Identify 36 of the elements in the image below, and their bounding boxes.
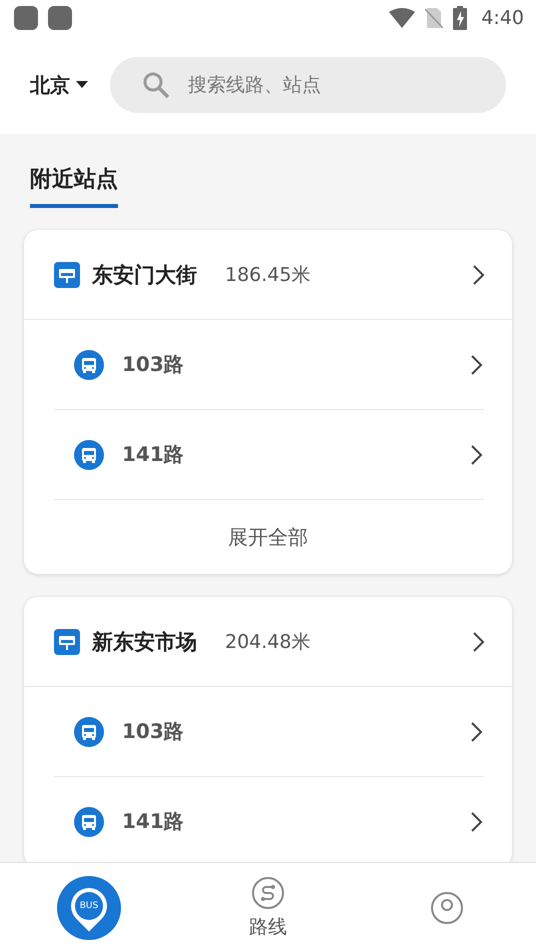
dropdown-caret-icon: [76, 81, 88, 89]
search-field[interactable]: 搜索线路、站点: [186, 73, 474, 97]
station-name: 新东安市场: [92, 628, 197, 656]
station-name: 东安门大街: [92, 262, 197, 288]
nav-tab[interactable]: BUS: [0, 863, 179, 952]
station-distance: 186.45米: [225, 262, 312, 288]
expand-all-button[interactable]: 展开全部: [24, 500, 512, 574]
battery-icon: [453, 6, 468, 30]
search-bar[interactable]: 搜索线路、站点: [110, 57, 506, 113]
search-icon: [142, 71, 170, 99]
chevron-icon: [470, 810, 484, 832]
chevron-icon: [472, 264, 486, 286]
chevron-icon: [470, 720, 484, 742]
route-name: 103路: [122, 718, 185, 745]
bus-stop-icon: [54, 262, 80, 288]
station-distance: 204.48米: [225, 630, 312, 654]
bus-icon: [74, 716, 104, 746]
bus-icon: [74, 806, 104, 836]
chevron-icon: [470, 444, 484, 466]
clock-time: 4:40: [481, 7, 524, 29]
chevron-icon: [470, 354, 484, 376]
bus-stop-icon: [54, 628, 80, 654]
bus-icon: [74, 440, 104, 470]
chevron-icon: [472, 630, 486, 652]
no-sim-icon: [425, 7, 444, 29]
route-name: 103路: [122, 351, 185, 378]
wifi-icon: [389, 8, 416, 28]
route-name: 141路: [122, 441, 185, 468]
nav-tab[interactable]: 路线: [178, 863, 358, 952]
section-tab[interactable]: 附近站点: [30, 164, 118, 208]
notification-icon: [14, 6, 38, 30]
bus-icon: [74, 350, 104, 380]
logo-text: BUS: [80, 900, 99, 910]
city-selector[interactable]: 北京: [30, 72, 88, 98]
notification-icon: [48, 6, 72, 30]
route-name: 141路: [122, 808, 185, 835]
